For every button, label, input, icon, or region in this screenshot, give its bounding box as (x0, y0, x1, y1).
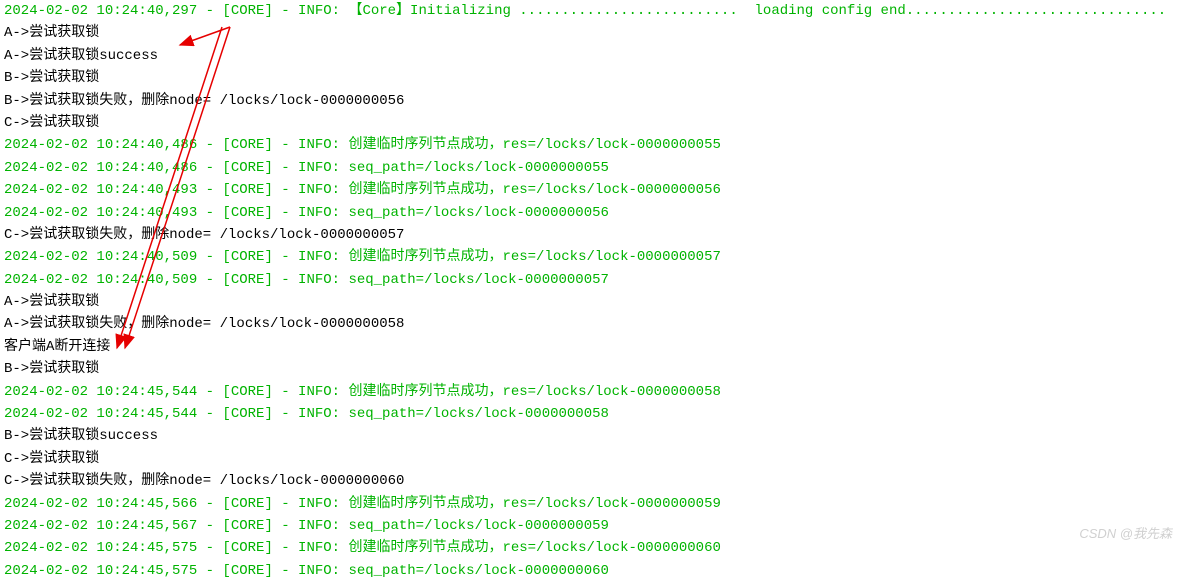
log-line-13: A->尝试获取锁 (4, 291, 1180, 313)
log-line-2: A->尝试获取锁success (4, 45, 1180, 67)
log-line-20: C->尝试获取锁 (4, 448, 1180, 470)
log-line-16: B->尝试获取锁 (4, 358, 1180, 380)
log-line-22: 2024-02-02 10:24:45,566 - [CORE] - INFO:… (4, 493, 1180, 515)
log-line-1: A->尝试获取锁 (4, 22, 1180, 44)
log-line-15: 客户端A断开连接 (4, 336, 1180, 358)
log-line-17: 2024-02-02 10:24:45,544 - [CORE] - INFO:… (4, 381, 1180, 403)
log-line-18: 2024-02-02 10:24:45,544 - [CORE] - INFO:… (4, 403, 1180, 425)
log-line-9: 2024-02-02 10:24:40,493 - [CORE] - INFO:… (4, 202, 1180, 224)
log-line-10: C->尝试获取锁失败，删除node= /locks/lock-000000005… (4, 224, 1180, 246)
log-line-12: 2024-02-02 10:24:40,509 - [CORE] - INFO:… (4, 269, 1180, 291)
log-line-21: C->尝试获取锁失败，删除node= /locks/lock-000000006… (4, 470, 1180, 492)
log-line-14: A->尝试获取锁失败，删除node= /locks/lock-000000005… (4, 313, 1180, 335)
log-line-4: B->尝试获取锁失败，删除node= /locks/lock-000000005… (4, 90, 1180, 112)
log-line-25: 2024-02-02 10:24:45,575 - [CORE] - INFO:… (4, 560, 1180, 582)
log-line-8: 2024-02-02 10:24:40,493 - [CORE] - INFO:… (4, 179, 1180, 201)
log-line-3: B->尝试获取锁 (4, 67, 1180, 89)
log-line-7: 2024-02-02 10:24:40,486 - [CORE] - INFO:… (4, 157, 1180, 179)
log-line-5: C->尝试获取锁 (4, 112, 1180, 134)
watermark: CSDN @我先森 (1079, 524, 1172, 545)
log-container: 2024-02-02 10:24:40,297 - [CORE] - INFO:… (4, 0, 1180, 582)
log-line-6: 2024-02-02 10:24:40,486 - [CORE] - INFO:… (4, 134, 1180, 156)
log-line-24: 2024-02-02 10:24:45,575 - [CORE] - INFO:… (4, 537, 1180, 559)
log-line-19: B->尝试获取锁success (4, 425, 1180, 447)
log-line-0: 2024-02-02 10:24:40,297 - [CORE] - INFO:… (4, 0, 1180, 22)
log-line-23: 2024-02-02 10:24:45,567 - [CORE] - INFO:… (4, 515, 1180, 537)
log-line-11: 2024-02-02 10:24:40,509 - [CORE] - INFO:… (4, 246, 1180, 268)
